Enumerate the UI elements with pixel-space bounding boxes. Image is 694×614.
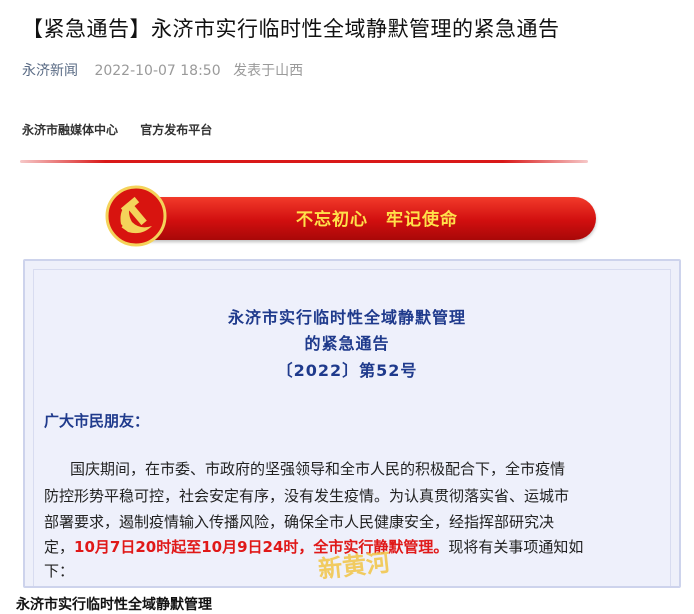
notice-para-line4-start: 定， [44,538,75,556]
notice-title-line2: 的紧急通告 [304,334,390,353]
notice-number: 〔2022〕第52号 [276,361,418,380]
publish-location: 发表于山西 [233,63,304,79]
article-meta: 永济新闻 2022-10-07 18:50 发表于山西 [22,60,303,80]
red-divider [20,160,588,163]
notice-greeting: 广大市民朋友： [44,412,150,430]
slogan-banner: 不忘初心 牢记使命 [118,197,596,240]
notice-title-line1: 永济市实行临时性全域静默管理 [227,308,466,327]
notice-para-line3: 部署要求，遏制疫情输入传播风险，确保全市人民健康安全，经指挥部研究决 [44,513,555,531]
publish-datetime: 2022-10-07 18:50 [94,63,221,79]
notice-para-line4-end: 现将有关事项通知如 [448,538,584,556]
watermark-stamp: 新黄河 [316,547,392,584]
platform-name: 官方发布平台 [140,123,213,137]
hammer-and-sickle-icon [105,185,167,247]
notice-para-line2: 防控形势平稳可控，社会安定有序，没有发生疫情。为认真贯彻落实省、运城市 [44,487,570,505]
next-section-heading: 永济市实行临时性全域静默管理 [16,597,212,613]
org-name: 永济市融媒体中心 [22,123,119,137]
source-link[interactable]: 永济新闻 [22,63,78,79]
notice-highlight: 10月7日20时起至10月9日24时，全市实行静默管理。 [74,538,449,556]
article-title: 【紧急通告】永济市实行临时性全域静默管理的紧急通告 [22,17,560,41]
slogan-text: 不忘初心 牢记使命 [296,210,458,230]
notice-para-line1: 国庆期间，在市委、市政府的坚强领导和全市人民的积极配合下，全市疫情 [70,460,566,478]
org-line: 永济市融媒体中心 官方发布平台 [22,121,212,138]
